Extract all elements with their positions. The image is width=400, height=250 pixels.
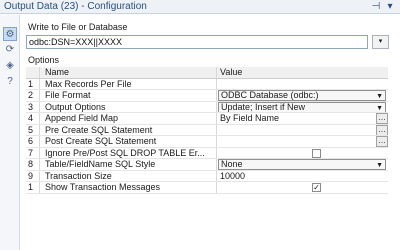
post-create-sql-button[interactable]: … xyxy=(376,136,388,147)
max-records-field[interactable] xyxy=(218,79,388,90)
table-row[interactable]: 1 Max Records Per File xyxy=(26,78,388,90)
transaction-size-field[interactable]: 10000 xyxy=(218,171,388,182)
pin-down-icon[interactable]: ▾ xyxy=(384,1,396,13)
gear-icon[interactable]: ⚙ xyxy=(3,27,17,41)
chevron-down-icon: ▼ xyxy=(376,162,383,169)
chevron-down-icon: ▼ xyxy=(376,104,383,112)
chevron-down-icon: ▼ xyxy=(376,93,383,100)
write-to-label: Write to File or Database xyxy=(28,22,128,32)
title-bar: Output Data (23) - Configuration ⊣ ▾ xyxy=(0,0,400,14)
column-header-name: Name xyxy=(41,67,217,78)
file-format-select[interactable]: ODBC Database (odbc:) ▼ xyxy=(218,90,386,101)
table-row[interactable]: 2 File Format ODBC Database (odbc:) ▼ xyxy=(26,90,388,102)
table-row[interactable]: 5 Pre Create SQL Statement … xyxy=(26,124,388,136)
options-grid: Name Value 1 Max Records Per File 2 File… xyxy=(26,67,388,194)
tag-icon[interactable]: ◈ xyxy=(3,59,17,73)
tool-rail: ⚙ ⟳ ◈ ? xyxy=(0,15,20,250)
table-row[interactable]: 7 Ignore Pre/Post SQL DROP TABLE Er... xyxy=(26,147,388,159)
table-row[interactable]: 1 Show Transaction Messages ✓ xyxy=(26,182,388,194)
column-header-value: Value xyxy=(220,67,243,77)
append-field-map-value: By Field Name xyxy=(220,113,280,123)
connection-dropdown-button[interactable]: ▾ xyxy=(372,35,389,49)
chevron-down-icon: ▾ xyxy=(378,38,383,45)
table-row[interactable]: 9 Transaction Size 10000 xyxy=(26,170,388,182)
table-row[interactable]: 4 Append Field Map By Field Name … xyxy=(26,113,388,125)
refresh-icon[interactable]: ⟳ xyxy=(3,43,17,57)
options-label: Options xyxy=(28,55,60,65)
show-messages-checkbox[interactable]: ✓ xyxy=(312,183,321,192)
table-row[interactable]: 6 Post Create SQL Statement … xyxy=(26,136,388,148)
table-row[interactable]: 8 Table/FieldName SQL Style None ▼ xyxy=(26,159,388,171)
append-field-map-button[interactable]: … xyxy=(376,113,388,124)
pin-icon[interactable]: ⊣ xyxy=(370,1,382,13)
ignore-drop-checkbox[interactable] xyxy=(312,148,321,158)
connection-input[interactable] xyxy=(26,35,368,49)
output-options-select[interactable]: Update; Insert if New ▼ xyxy=(218,101,386,112)
sql-style-select[interactable]: None ▼ xyxy=(218,159,386,170)
grid-header: Name Value xyxy=(26,67,388,79)
pre-create-sql-button[interactable]: … xyxy=(376,124,388,135)
table-row[interactable]: 3 Output Options Update; Insert if New ▼ xyxy=(26,101,388,113)
help-icon[interactable]: ? xyxy=(3,75,17,89)
window-title: Output Data (23) - Configuration xyxy=(4,1,147,12)
